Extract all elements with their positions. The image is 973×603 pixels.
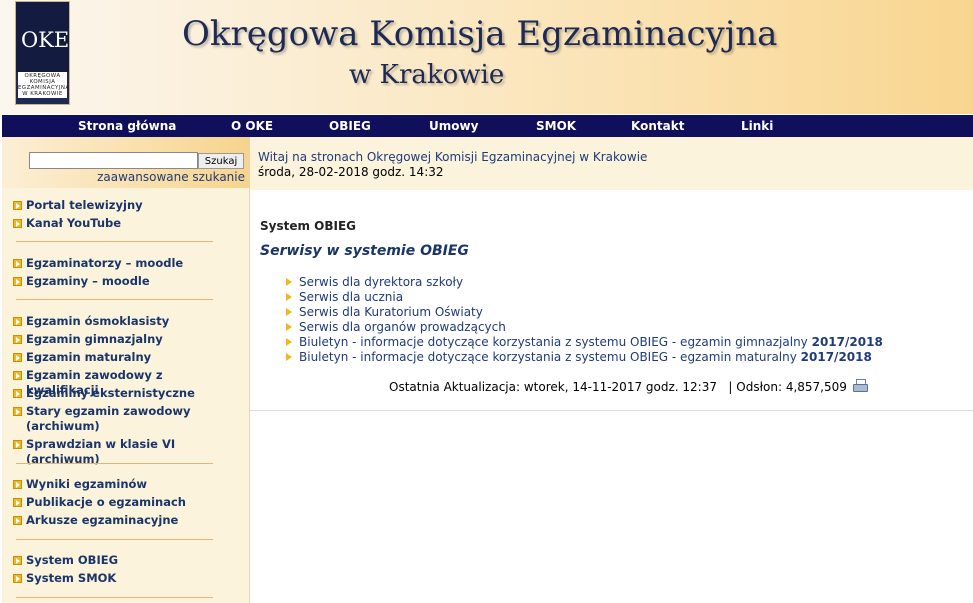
- section-title: System OBIEG: [260, 219, 357, 233]
- link-governing-bodies-service[interactable]: Serwis dla organów prowadzących: [286, 320, 506, 334]
- nav-item-contracts[interactable]: Umowy: [429, 119, 478, 133]
- link-student-service[interactable]: Serwis dla ucznia: [286, 290, 403, 304]
- sidebar-item-gymnasium-exam[interactable]: Egzamin gimnazjalny: [13, 332, 243, 347]
- site-subtitle: w Krakowie: [349, 60, 505, 90]
- orange-arrow-icon: [13, 498, 22, 507]
- orange-arrow-icon: [13, 259, 22, 268]
- page-footer-info: Ostatnia Aktualizacja: wtorek, 14-11-201…: [389, 379, 868, 394]
- nav-item-contact[interactable]: Kontakt: [631, 119, 684, 133]
- sidebar-item-eighth-grade-exam[interactable]: Egzamin ósmoklasisty: [13, 314, 243, 329]
- nav-item-obieg[interactable]: OBIEG: [329, 119, 371, 133]
- sidebar-divider: [16, 299, 213, 300]
- orange-arrow-icon: [13, 516, 22, 525]
- sidebar-item-system-obieg[interactable]: System OBIEG: [13, 553, 243, 568]
- nav-item-about[interactable]: O OKE: [231, 119, 273, 133]
- printer-icon[interactable]: [852, 379, 868, 392]
- orange-arrow-icon: [13, 277, 22, 286]
- search-button[interactable]: Szukaj: [198, 153, 244, 169]
- sidebar-item-exam-results[interactable]: Wyniki egzaminów: [13, 477, 243, 492]
- sidebar: Szukaj zaawansowane szukanie Portal tele…: [2, 137, 250, 603]
- orange-arrow-icon: [13, 389, 22, 398]
- orange-triangle-icon: [286, 308, 292, 316]
- orange-arrow-icon: [13, 317, 22, 326]
- orange-arrow-icon: [13, 574, 22, 583]
- main-content: System OBIEG Serwisy w systemie OBIEG Se…: [250, 190, 973, 411]
- orange-arrow-icon: [13, 219, 22, 228]
- sidebar-item-examiners-moodle[interactable]: Egzaminatorzy – moodle: [13, 256, 243, 271]
- search-panel: Szukaj zaawansowane szukanie: [2, 137, 249, 188]
- sidebar-item-matura-exam[interactable]: Egzamin maturalny: [13, 350, 243, 365]
- sidebar-item-tv-portal[interactable]: Portal telewizyjny: [13, 198, 243, 213]
- link-bulletin-matura[interactable]: Biuletyn - informacje dotyczące korzysta…: [286, 350, 872, 364]
- logo-text: OKRĘGOWA KOMISJA EGZAMINACYJNA W KRAKOWI…: [18, 72, 70, 98]
- orange-arrow-icon: [13, 335, 22, 344]
- site-title: Okręgowa Komisja Egzaminacyjna: [182, 14, 778, 54]
- orange-arrow-icon: [13, 407, 22, 416]
- orange-arrow-icon: [13, 353, 22, 362]
- section-heading: Serwisy w systemie OBIEG: [260, 243, 469, 259]
- nav-item-links[interactable]: Linki: [741, 119, 773, 133]
- orange-arrow-icon: [13, 480, 22, 489]
- link-bulletin-gymnasium[interactable]: Biuletyn - informacje dotyczące korzysta…: [286, 335, 883, 349]
- advanced-search-link[interactable]: zaawansowane szukanie: [97, 170, 245, 184]
- welcome-message: Witaj na stronach Okręgowej Komisji Egza…: [258, 150, 648, 164]
- logo-mark: OKE: [21, 28, 70, 52]
- sidebar-divider: [16, 463, 213, 464]
- sidebar-item-exams-moodle[interactable]: Egzaminy – moodle: [13, 274, 243, 289]
- sidebar-divider: [16, 241, 213, 242]
- orange-triangle-icon: [286, 338, 292, 346]
- orange-arrow-icon: [13, 201, 22, 210]
- site-header: OKE OKRĘGOWA KOMISJA EGZAMINACYJNA W KRA…: [0, 0, 973, 114]
- nav-item-smok[interactable]: SMOK: [536, 119, 576, 133]
- orange-triangle-icon: [286, 353, 292, 361]
- sidebar-item-publications[interactable]: Publikacje o egzaminach: [13, 495, 243, 510]
- sidebar-divider: [16, 539, 213, 540]
- orange-arrow-icon: [13, 371, 22, 380]
- oke-logo[interactable]: OKE OKRĘGOWA KOMISJA EGZAMINACYJNA W KRA…: [15, 1, 70, 105]
- orange-triangle-icon: [286, 278, 292, 286]
- main-navigation: Strona główna O OKE OBIEG Umowy SMOK Kon…: [2, 115, 973, 137]
- link-principal-service[interactable]: Serwis dla dyrektora szkoły: [286, 275, 463, 289]
- link-kuratorium-service[interactable]: Serwis dla Kuratorium Oświaty: [286, 305, 483, 319]
- current-date: środa, 28-02-2018 godz. 14:32: [258, 165, 444, 179]
- welcome-banner: Witaj na stronach Okręgowej Komisji Egza…: [250, 137, 973, 190]
- sidebar-item-system-smok[interactable]: System SMOK: [13, 571, 243, 586]
- sidebar-item-external-exams[interactable]: Egzaminy eksternistyczne: [13, 386, 243, 401]
- search-input[interactable]: [29, 152, 198, 169]
- orange-arrow-icon: [13, 556, 22, 565]
- last-update-and-views: Ostatnia Aktualizacja: wtorek, 14-11-201…: [389, 380, 847, 394]
- sidebar-item-old-vocational-exam[interactable]: Stary egzamin zawodowy (archiwum): [13, 404, 243, 434]
- orange-triangle-icon: [286, 293, 292, 301]
- nav-item-home[interactable]: Strona główna: [78, 119, 176, 133]
- sidebar-item-exam-sheets[interactable]: Arkusze egzaminacyjne: [13, 513, 243, 528]
- sidebar-divider: [16, 597, 213, 598]
- orange-arrow-icon: [13, 440, 22, 449]
- orange-triangle-icon: [286, 323, 292, 331]
- sidebar-item-youtube[interactable]: Kanał YouTube: [13, 216, 243, 231]
